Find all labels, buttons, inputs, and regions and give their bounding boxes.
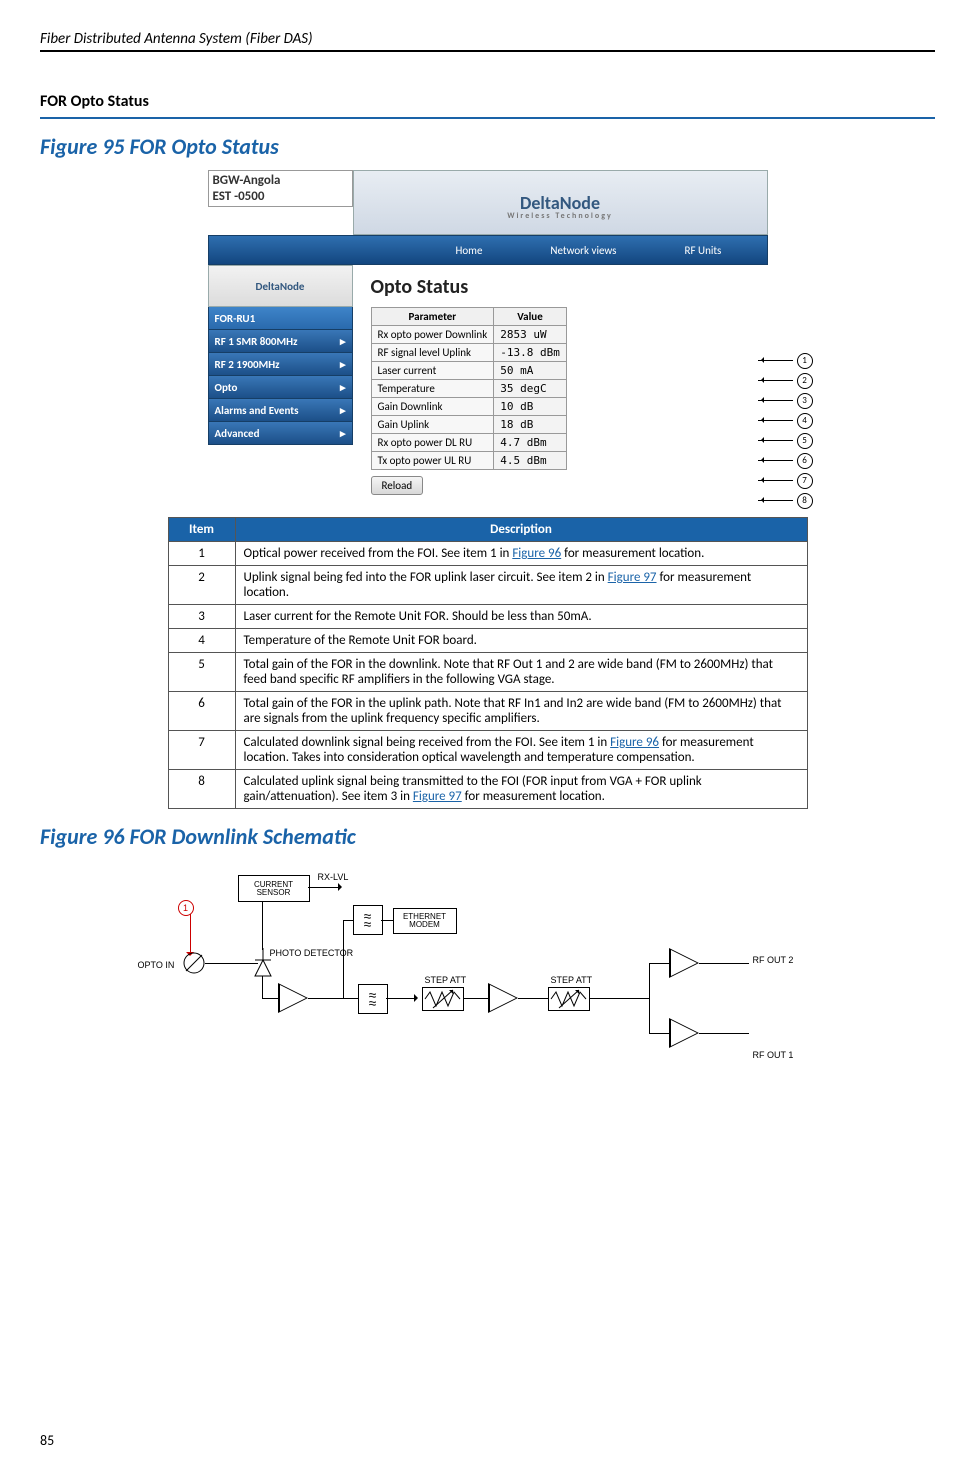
table-row: 8Calculated uplink signal being transmit…	[168, 770, 807, 809]
sidebar-item-for-ru1[interactable]: FOR-RU1	[208, 307, 353, 330]
opto-status-table: ParameterValue Rx opto power Downlink285…	[371, 307, 567, 470]
callout-6: 6	[758, 452, 813, 469]
figure96-caption: Figure 96 FOR Downlink Schematic	[40, 823, 935, 850]
callout-2: 2	[758, 372, 813, 389]
attenuator-icon	[422, 987, 464, 1011]
menu-home[interactable]: Home	[422, 244, 517, 257]
figure-ref[interactable]: Figure 97	[413, 789, 462, 804]
reload-button[interactable]: Reload	[371, 476, 424, 495]
desc-col-desc: Description	[235, 518, 807, 542]
opto-status-heading: Opto Status	[371, 275, 758, 299]
desc-col-item: Item	[168, 518, 235, 542]
sidebar-item-advanced[interactable]: Advanced▸	[208, 422, 353, 445]
callout-8: 8	[758, 492, 813, 509]
callout-1: 1	[758, 352, 813, 369]
running-header: Fiber Distributed Antenna System (Fiber …	[40, 30, 935, 52]
current-sensor-box: CURRENT SENSOR	[238, 875, 310, 902]
table-row: Rx opto power DL RU4.7 dBm	[371, 434, 566, 452]
callout-4: 4	[758, 412, 813, 429]
label-step-att-2: STEP ATT	[551, 975, 593, 985]
sidebar: DeltaNode FOR-RU1 RF 1 SMR 800MHz▸ RF 2 …	[208, 265, 353, 505]
table-row: 3Laser current for the Remote Unit FOR. …	[168, 605, 807, 629]
label-rf-out-2: RF OUT 2	[753, 955, 794, 965]
callout-5: 5	[758, 432, 813, 449]
opto-status-screenshot: BGW-Angola EST -0500 DeltaNode Wireless …	[208, 170, 768, 505]
label-step-att-1: STEP ATT	[425, 975, 467, 985]
node-id-box: BGW-Angola EST -0500	[208, 170, 353, 207]
callout-3: 3	[758, 392, 813, 409]
figure-ref[interactable]: Figure 97	[608, 570, 657, 585]
ethernet-modem-box: ETHERNET MODEM	[393, 908, 457, 934]
label-photo-detector: PHOTO DETECTOR	[270, 948, 354, 958]
col-value: Value	[494, 308, 567, 326]
sidebar-item-rf2[interactable]: RF 2 1900MHz▸	[208, 353, 353, 376]
node-line2: EST -0500	[213, 189, 265, 204]
table-row: 7Calculated downlink signal being receiv…	[168, 731, 807, 770]
sidebar-logo: DeltaNode	[208, 265, 353, 307]
chevron-right-icon: ▸	[340, 427, 346, 440]
table-row: Gain Uplink18 dB	[371, 416, 566, 434]
attenuator-icon	[548, 987, 590, 1011]
sidebar-item-rf1[interactable]: RF 1 SMR 800MHz▸	[208, 330, 353, 353]
label-rf-out-1: RF OUT 1	[753, 1050, 794, 1060]
table-row: 4Temperature of the Remote Unit FOR boar…	[168, 629, 807, 653]
chevron-right-icon: ▸	[340, 358, 346, 371]
top-menu: Home Network views RF Units	[208, 235, 768, 265]
table-row: RF signal level Uplink-13.8 dBm	[371, 344, 566, 362]
amplifier-icon	[669, 948, 699, 978]
brand-banner: DeltaNode Wireless Technology	[353, 170, 768, 235]
filter-icon: ≈≈	[353, 905, 383, 935]
description-table: Item Description 1Optical power received…	[168, 517, 808, 809]
menu-network[interactable]: Network views	[516, 244, 650, 257]
figure-ref[interactable]: Figure 96	[512, 546, 561, 561]
table-row: Gain Downlink10 dB	[371, 398, 566, 416]
page-number: 85	[40, 1432, 54, 1449]
menu-rf[interactable]: RF Units	[651, 244, 756, 257]
brand-sub: Wireless Technology	[507, 211, 613, 221]
label-rx-lvl: RX-LVL	[318, 872, 349, 882]
section-title: FOR Opto Status	[40, 92, 935, 119]
table-row: 5Total gain of the FOR in the downlink. …	[168, 653, 807, 692]
sidebar-item-alarms[interactable]: Alarms and Events▸	[208, 399, 353, 422]
table-row: 2Uplink signal being fed into the FOR up…	[168, 566, 807, 605]
chevron-right-icon: ▸	[340, 381, 346, 394]
chevron-right-icon: ▸	[340, 335, 346, 348]
label-opto-in: OPTO IN	[138, 960, 175, 970]
table-row: Rx opto power Downlink2853 uW	[371, 326, 566, 344]
filter-icon: ≈≈	[358, 984, 388, 1014]
callout-column: 1 2 3 4 5 6 7 8	[758, 352, 813, 509]
figure-ref[interactable]: Figure 96	[610, 735, 659, 750]
amplifier-icon	[278, 983, 308, 1013]
opto-in-icon	[183, 952, 205, 974]
table-row: 1Optical power received from the FOI. Se…	[168, 542, 807, 566]
callout-7: 7	[758, 472, 813, 489]
sidebar-item-opto[interactable]: Opto▸	[208, 376, 353, 399]
table-row: Laser current50 mA	[371, 362, 566, 380]
table-row: Temperature35 degC	[371, 380, 566, 398]
col-parameter: Parameter	[371, 308, 494, 326]
chevron-right-icon: ▸	[340, 404, 346, 417]
downlink-schematic: 1 OPTO IN PHOTO DETECTOR CURRENT SENSOR …	[138, 860, 838, 1090]
amplifier-icon	[669, 1018, 699, 1048]
schematic-callout-1: 1	[178, 900, 194, 916]
node-line1: BGW-Angola	[213, 173, 281, 188]
table-row: 6Total gain of the FOR in the uplink pat…	[168, 692, 807, 731]
figure95-caption: Figure 95 FOR Opto Status	[40, 133, 935, 160]
table-row: Tx opto power UL RU4.5 dBm	[371, 452, 566, 470]
amplifier-icon	[488, 983, 518, 1013]
